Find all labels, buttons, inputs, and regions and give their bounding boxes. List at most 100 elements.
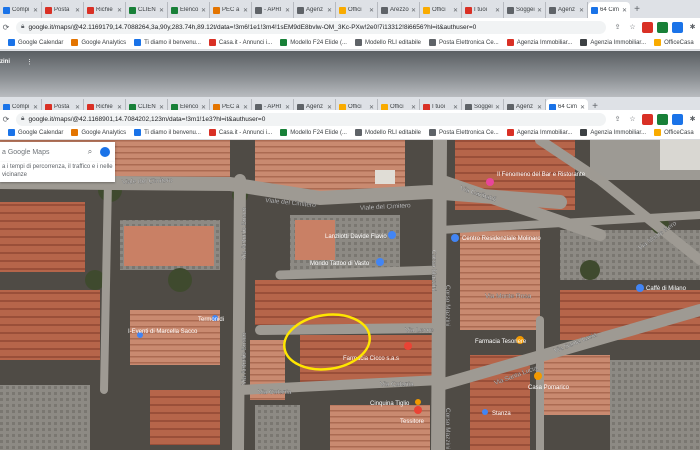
maps-search-box[interactable]: a Google Maps ⌕ bbox=[0, 142, 115, 162]
poi-label[interactable]: Caffè di Milano bbox=[646, 286, 687, 292]
tab[interactable]: Agenz ✕ bbox=[294, 2, 336, 18]
poi-label[interactable]: Stanza bbox=[492, 411, 511, 417]
close-tab-icon[interactable]: ✕ bbox=[159, 7, 164, 14]
bookmark-item[interactable]: Google Calendar bbox=[8, 39, 63, 46]
street-view-strip[interactable]: zini ⋮ bbox=[0, 51, 700, 97]
share-icon[interactable]: ⇪ bbox=[612, 22, 623, 33]
bookmark-item[interactable]: Modello F24 Elide (... bbox=[280, 129, 347, 136]
bookmark-item[interactable]: Agenzia Immobiliar... bbox=[506, 129, 572, 136]
poi-label[interactable]: Mondo Tattoo di Vasto bbox=[310, 261, 370, 267]
poi-pin-icon[interactable] bbox=[415, 399, 421, 405]
extension-green-icon[interactable] bbox=[657, 113, 668, 125]
close-tab-icon[interactable]: ✕ bbox=[117, 7, 122, 14]
tab[interactable]: Elenco ✕ bbox=[168, 2, 210, 18]
extension-blue-icon[interactable] bbox=[672, 113, 683, 125]
bookmark-item[interactable]: Modello RLI editabile bbox=[354, 129, 421, 136]
puzzle-icon[interactable]: ✱ bbox=[687, 114, 698, 125]
poi-label[interactable]: Farmacia Tesoriere bbox=[475, 339, 527, 345]
refresh-icon[interactable]: ⟳ bbox=[0, 23, 12, 32]
omnibox-top[interactable]: 🔒︎ google.it/maps/@42.1169179,14.7088264… bbox=[16, 20, 606, 34]
tab[interactable]: - APRI ✕ bbox=[252, 2, 294, 18]
close-tab-icon[interactable]: ✕ bbox=[537, 7, 542, 14]
bookmark-item[interactable]: Agenzia Immobiliar... bbox=[506, 39, 572, 46]
star-icon[interactable]: ☆ bbox=[627, 114, 638, 125]
close-tab-icon[interactable]: ✕ bbox=[411, 7, 416, 14]
bookmark-item[interactable]: Ti diamo il benvenu... bbox=[134, 39, 201, 46]
search-input[interactable]: a Google Maps bbox=[0, 149, 85, 156]
close-tab-icon[interactable]: ✕ bbox=[327, 7, 332, 14]
tab[interactable]: Soggei ✕ bbox=[504, 2, 546, 18]
bookmark-label: Casa.it - Annunci i... bbox=[218, 129, 273, 136]
poi-pin-icon[interactable] bbox=[404, 342, 412, 350]
refresh-icon[interactable]: ⟳ bbox=[0, 115, 12, 124]
close-tab-icon[interactable]: ✕ bbox=[243, 7, 248, 14]
poi-pin-icon[interactable] bbox=[414, 406, 422, 414]
star-icon[interactable]: ☆ bbox=[627, 22, 638, 33]
tab[interactable]: I tuoi ✕ bbox=[462, 2, 504, 18]
close-tab-icon[interactable]: ✕ bbox=[33, 7, 38, 14]
poi-pin-icon[interactable] bbox=[482, 409, 488, 415]
close-tab-icon[interactable]: ✕ bbox=[369, 7, 374, 14]
bookmark-item[interactable]: Google Analytics bbox=[71, 39, 126, 46]
new-tab-icon[interactable]: + bbox=[630, 4, 644, 15]
poi-pin-icon[interactable] bbox=[534, 372, 542, 380]
bookmark-item[interactable]: Casa.it - Annunci i... bbox=[208, 39, 272, 46]
bookmark-item[interactable]: Ti diamo il benvenu... bbox=[134, 129, 201, 136]
bookmark-item[interactable]: Google Calendar bbox=[8, 129, 63, 136]
bookmark-label: Modello F24 Elide (... bbox=[290, 129, 347, 136]
bookmark-item[interactable]: Posta Elettronica Ce... bbox=[429, 39, 499, 46]
poi-pin-icon[interactable] bbox=[388, 231, 396, 239]
more-vert-icon[interactable]: ⋮ bbox=[26, 58, 33, 66]
tab[interactable]: 64 Cim ✕ bbox=[588, 2, 630, 18]
poi-label[interactable]: Cinquina Tiglio bbox=[370, 401, 410, 407]
bookmark-item[interactable]: Posta Elettronica Ce... bbox=[429, 129, 499, 136]
bookmark-item[interactable]: OfficeCasa bbox=[654, 39, 694, 46]
puzzle-icon[interactable]: ✱ bbox=[687, 22, 698, 33]
bookmark-item[interactable]: Casa.it - Annunci i... bbox=[208, 129, 273, 136]
close-tab-icon[interactable]: ✕ bbox=[285, 7, 290, 14]
poi-pin-icon[interactable] bbox=[636, 284, 644, 292]
tab[interactable]: Posta ✕ bbox=[42, 2, 84, 18]
extension-red-icon[interactable] bbox=[642, 21, 653, 33]
share-icon[interactable]: ⇪ bbox=[612, 114, 623, 125]
directions-icon[interactable] bbox=[100, 147, 110, 157]
omnibox-bottom[interactable]: 🔒︎ google.it/maps/@42.1168901,14.7084202… bbox=[16, 112, 606, 126]
poi-pin-icon[interactable] bbox=[376, 258, 384, 266]
tab[interactable]: Offici ✕ bbox=[420, 2, 462, 18]
tab[interactable]: Richie ✕ bbox=[84, 2, 126, 18]
close-tab-icon[interactable]: ✕ bbox=[453, 7, 458, 14]
extension-green-icon[interactable] bbox=[657, 21, 668, 33]
tab[interactable]: PEC a ✕ bbox=[210, 2, 252, 18]
poi-label[interactable]: Lanzilotti Davide Flavio bbox=[325, 234, 387, 240]
close-tab-icon[interactable]: ✕ bbox=[579, 7, 584, 14]
tab[interactable]: Compi ✕ bbox=[0, 2, 42, 18]
bookmark-item[interactable]: Modello RLI editabile bbox=[354, 39, 421, 46]
tab[interactable]: Agenz ✕ bbox=[546, 2, 588, 18]
tab[interactable]: Offici ✕ bbox=[336, 2, 378, 18]
poi-label[interactable]: I-Eventi di Marcella Sacco bbox=[128, 329, 198, 335]
poi-pin-icon[interactable] bbox=[486, 178, 494, 186]
close-tab-icon[interactable]: ✕ bbox=[75, 7, 80, 14]
poi-label[interactable]: Casa Pomarico bbox=[528, 385, 570, 391]
extension-red-icon[interactable] bbox=[642, 113, 653, 125]
close-tab-icon[interactable]: ✕ bbox=[201, 7, 206, 14]
satellite-map[interactable]: Viale del Cimitero Viale del Cimitero Vi… bbox=[0, 140, 700, 450]
close-tab-icon[interactable]: ✕ bbox=[622, 7, 627, 14]
bookmark-item[interactable]: Agenzia Immobiliar... bbox=[580, 129, 646, 136]
favicon-icon bbox=[45, 6, 52, 14]
poi-label[interactable]: Il Fenomeno del Bar e Ristorante bbox=[497, 172, 586, 178]
poi-label[interactable]: Tessitore bbox=[400, 419, 425, 425]
map-canvas[interactable]: Viale del Cimitero Viale del Cimitero Vi… bbox=[0, 140, 700, 450]
tab[interactable]: CLIENT✕ bbox=[126, 2, 168, 18]
bookmark-item[interactable]: Agenzia Immobiliar... bbox=[580, 39, 646, 46]
poi-pin-icon[interactable] bbox=[451, 234, 459, 242]
search-icon[interactable]: ⌕ bbox=[85, 147, 95, 157]
tab[interactable]: Arezzo ✕ bbox=[378, 2, 420, 18]
bookmark-item[interactable]: OfficeCasa bbox=[654, 129, 694, 136]
extension-blue-icon[interactable] bbox=[672, 21, 683, 33]
poi-label[interactable]: Centro Residenziale Molinaro bbox=[462, 236, 541, 242]
bookmark-item[interactable]: Google Analytics bbox=[71, 129, 126, 136]
close-tab-icon[interactable]: ✕ bbox=[495, 7, 500, 14]
poi-label[interactable]: Termonidi bbox=[198, 317, 224, 323]
bookmark-item[interactable]: Modello F24 Elide (... bbox=[280, 39, 347, 46]
